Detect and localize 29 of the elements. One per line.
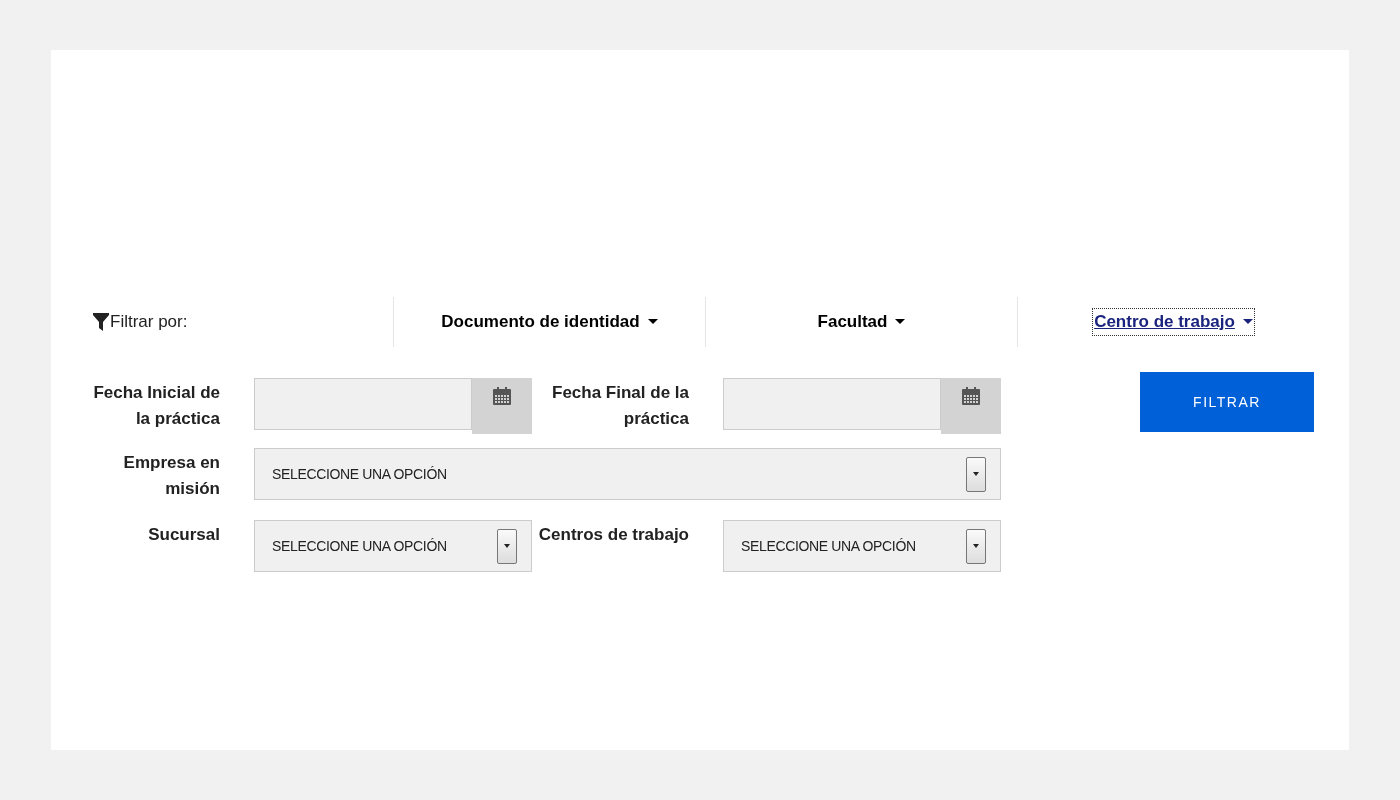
calendar-icon [961, 386, 981, 406]
date-input-field[interactable] [254, 378, 472, 430]
filter-icon [93, 313, 109, 331]
filter-label: Filtrar por: [110, 311, 188, 334]
filter-tab[interactable]: Facultad [817, 309, 906, 335]
field-label: Centros de trabajo [537, 524, 689, 546]
filter-tab[interactable]: Centro de trabajo [1093, 309, 1254, 335]
caret-icon [895, 319, 906, 325]
dropdown-button[interactable] [497, 528, 517, 564]
filter-button[interactable]: FILTRAR [1140, 372, 1314, 432]
dropdown-button[interactable] [966, 456, 986, 492]
filter-tab[interactable]: Documento de identidad [441, 309, 658, 335]
caret-icon [973, 472, 979, 476]
calendar-button[interactable] [941, 378, 1001, 434]
field-label: Fecha Inicial de la práctica [93, 382, 220, 430]
calendar-button[interactable] [472, 378, 532, 434]
date-input-field[interactable] [723, 378, 941, 430]
field-label: Fecha Final de la práctica [551, 382, 689, 430]
select-field[interactable]: SELECCIONE UNA OPCIÓN [254, 520, 532, 572]
caret-icon [1242, 319, 1253, 325]
caret-icon [973, 544, 979, 548]
calendar-icon [492, 386, 512, 406]
field-label: Empresa en misión [122, 452, 220, 500]
field-label: Sucursal [147, 524, 220, 546]
caret-icon [504, 544, 510, 548]
dropdown-button[interactable] [966, 528, 986, 564]
caret-icon [647, 319, 658, 325]
select-field[interactable]: SELECCIONE UNA OPCIÓN [254, 448, 1001, 500]
select-field[interactable]: SELECCIONE UNA OPCIÓN [723, 520, 1001, 572]
